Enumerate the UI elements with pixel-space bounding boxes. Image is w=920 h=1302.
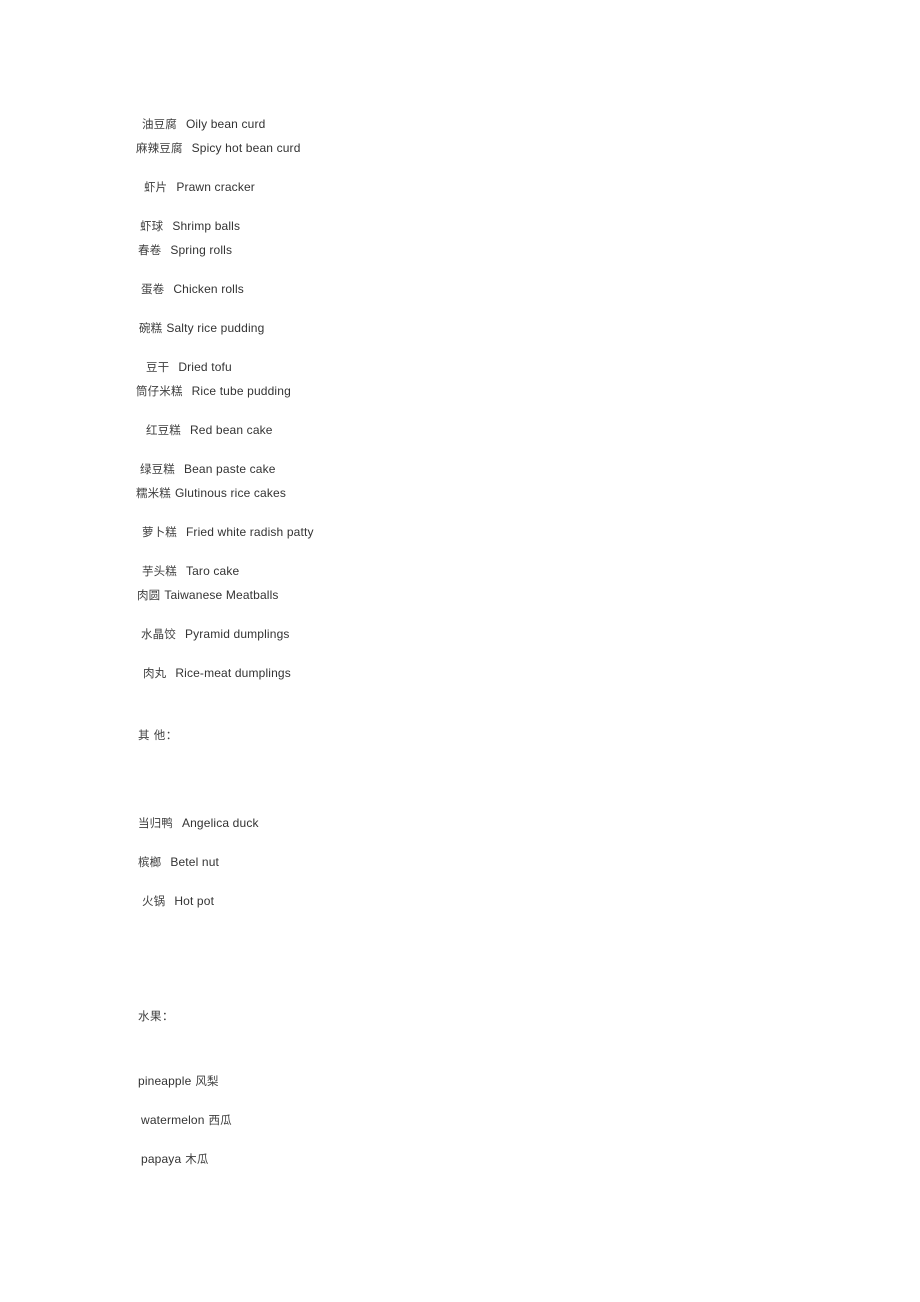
glossary-entry: 火锅 Hot pot [142,894,214,909]
glossary-entry: 红豆糕 Red bean cake [146,423,273,438]
glossary-entry: 筒仔米糕 Rice tube pudding [136,384,291,399]
entry-english-term: Spicy hot bean curd [191,141,301,155]
entry-chinese-term: 肉圆 [137,590,161,602]
entry-english-term: Bean paste cake [183,462,276,476]
glossary-entry: 麻辣豆腐 Spicy hot bean curd [136,141,301,156]
entry-english-term: Chicken rolls [173,282,244,296]
entry-chinese-term: 虾片 [144,182,168,194]
glossary-entry: 蛋卷 Chicken rolls [141,282,244,297]
glossary-entry: 虾片 Prawn cracker [144,180,255,195]
entry-english-term: Taro cake [185,564,240,578]
entry-chinese-term: 西瓜 [208,1115,232,1127]
entry-chinese-term: 虾球 [140,221,164,233]
entry-english-term: watermelon [141,1113,205,1127]
entry-english-term: Taiwanese Meatballs [164,588,279,602]
section-heading: 水果： [138,1011,174,1023]
glossary-entry: 豆干 Dried tofu [146,360,232,375]
entry-english-term: Spring rolls [170,243,233,257]
entry-chinese-term: 碗糕 [139,323,163,335]
entry-chinese-term: 蛋卷 [141,284,165,296]
glossary-entry: 当归鸭 Angelica duck [138,816,259,831]
entry-english-term: Betel nut [170,855,220,869]
entry-chinese-term: 春卷 [138,245,162,257]
document-page: 油豆腐 Oily bean curd 麻辣豆腐 Spicy hot bean curd… [0,0,920,1302]
entry-chinese-term: 风梨 [195,1076,219,1088]
entry-english-term: Prawn cracker [176,180,255,194]
glossary-entry: 油豆腐 Oily bean curd [142,117,265,132]
entry-chinese-term: 萝卜糕 [142,527,177,539]
entry-chinese-term: 筒仔米糕 [136,386,183,398]
entry-english-term: papaya [141,1152,182,1166]
glossary-entry: 虾球 Shrimp balls [140,219,240,234]
entry-chinese-term: 麻辣豆腐 [136,143,183,155]
entry-english-term: Glutinous rice cakes [174,486,286,500]
entry-chinese-term: 糯米糕 [136,488,171,500]
glossary-entry: 槟榔 Betel nut [138,855,219,870]
entry-chinese-term: 油豆腐 [142,119,177,131]
entry-english-term: Salty rice pudding [166,321,265,335]
glossary-entry: watermelon 西瓜 [141,1113,232,1128]
entry-english-term: Angelica duck [181,816,259,830]
entry-english-term: Dried tofu [178,360,232,374]
entry-chinese-term: 当归鸭 [138,818,173,830]
glossary-entry: 芋头糕 Taro cake [142,564,239,579]
glossary-entry: 肉丸 Rice-meat dumplings [143,666,291,681]
glossary-entry: papaya 木瓜 [141,1152,209,1167]
glossary-entry: 肉圆 Taiwanese Meatballs [137,588,279,603]
entry-english-term: Hot pot [174,894,215,908]
entry-chinese-term: 火锅 [142,896,166,908]
entry-chinese-term: 红豆糕 [146,425,181,437]
entry-chinese-term: 木瓜 [185,1154,209,1166]
entry-chinese-term: 水晶饺 [141,629,176,641]
entry-english-term: Oily bean curd [185,117,266,131]
entry-english-term: Fried white radish patty [185,525,314,539]
glossary-entry: 糯米糕 Glutinous rice cakes [136,486,286,501]
entry-english-term: pineapple [138,1074,192,1088]
entry-chinese-term: 槟榔 [138,857,162,869]
section-heading: 其 他： [138,730,178,742]
glossary-entry: 水晶饺 Pyramid dumplings [141,627,290,642]
entry-english-term: Pyramid dumplings [184,627,290,641]
entry-chinese-term: 豆干 [146,362,170,374]
entry-english-term: Rice tube pudding [191,384,291,398]
entry-chinese-term: 肉丸 [143,668,167,680]
entry-english-term: Red bean cake [189,423,273,437]
glossary-entry: 春卷 Spring rolls [138,243,232,258]
entry-english-term: Shrimp balls [172,219,241,233]
entry-chinese-term: 绿豆糕 [140,464,175,476]
glossary-entry: 萝卜糕 Fried white radish patty [142,525,314,540]
glossary-entry: 碗糕 Salty rice pudding [139,321,264,336]
glossary-entry: 绿豆糕 Bean paste cake [140,462,276,477]
entry-chinese-term: 芋头糕 [142,566,177,578]
entry-english-term: Rice-meat dumplings [175,666,291,680]
glossary-entry: pineapple 风梨 [138,1074,219,1089]
